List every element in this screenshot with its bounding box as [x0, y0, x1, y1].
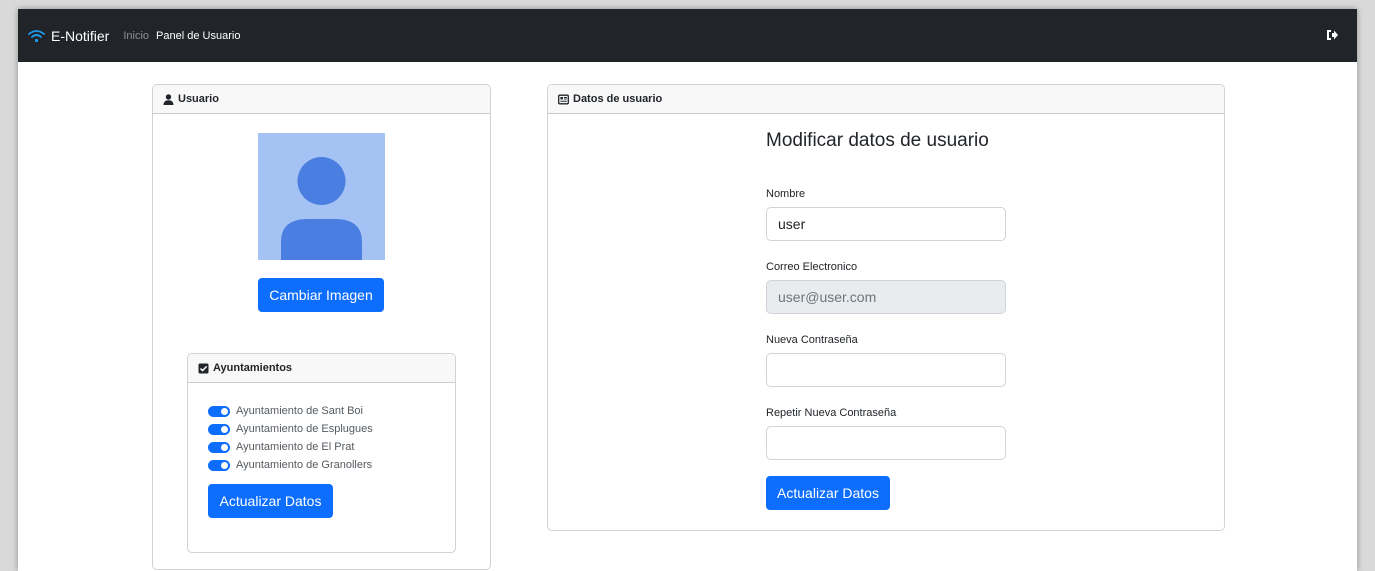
user-card: Usuario Cambiar Imagen Ayuntamientos Ayu…: [152, 84, 491, 570]
nombre-label: Nombre: [766, 188, 806, 200]
toggle-switch[interactable]: [208, 459, 230, 471]
ayuntamientos-card-header: Ayuntamientos: [188, 354, 455, 383]
ayuntamientos-list: Ayuntamiento de Sant Boi Ayuntamiento de…: [208, 402, 373, 474]
user-placeholder-icon: [281, 157, 362, 260]
toggle-switch[interactable]: [208, 423, 230, 435]
checkbox-checked-icon: [198, 363, 209, 373]
new-password-input[interactable]: [766, 353, 1006, 387]
ayuntamientos-card: Ayuntamientos Ayuntamiento de Sant Boi A…: [187, 353, 456, 553]
list-item: Ayuntamiento de El Prat: [208, 438, 373, 456]
brand[interactable]: E-Notifier: [28, 28, 109, 44]
email-input: [766, 280, 1006, 314]
update-ayuntamientos-button[interactable]: Actualizar Datos: [208, 484, 333, 518]
ayuntamiento-label: Ayuntamiento de El Prat: [236, 441, 355, 453]
avatar: [258, 133, 385, 260]
repeat-password-label: Repetir Nueva Contraseña: [766, 407, 897, 419]
new-password-label: Nueva Contraseña: [766, 334, 858, 346]
browser-window: E-Notifier Inicio Panel de Usuario Usuar…: [18, 9, 1357, 571]
navbar: E-Notifier Inicio Panel de Usuario: [18, 9, 1357, 62]
list-item: Ayuntamiento de Granollers: [208, 456, 373, 474]
ayuntamiento-label: Ayuntamiento de Granollers: [236, 459, 373, 471]
ayuntamientos-title: Ayuntamientos: [213, 362, 293, 374]
nombre-input[interactable]: [766, 207, 1006, 241]
user-data-card: Datos de usuario Modificar datos de usua…: [547, 84, 1225, 531]
toggle-switch[interactable]: [208, 441, 230, 453]
repeat-password-input[interactable]: [766, 426, 1006, 460]
ayuntamiento-label: Ayuntamiento de Sant Boi: [236, 405, 363, 417]
user-data-card-title: Datos de usuario: [573, 93, 663, 105]
user-card-title: Usuario: [178, 93, 219, 105]
update-user-data-button[interactable]: Actualizar Datos: [766, 476, 890, 510]
user-icon: [163, 93, 174, 105]
toggle-switch[interactable]: [208, 405, 230, 417]
nav-link-inicio[interactable]: Inicio: [123, 30, 149, 42]
wifi-icon: [28, 29, 45, 42]
nav-link-panel-usuario[interactable]: Panel de Usuario: [156, 30, 240, 42]
newspaper-icon: [558, 94, 569, 104]
list-item: Ayuntamiento de Sant Boi: [208, 402, 373, 420]
user-card-header: Usuario: [153, 85, 490, 114]
change-image-button[interactable]: Cambiar Imagen: [258, 278, 384, 312]
sign-out-icon[interactable]: [1325, 28, 1339, 42]
email-label: Correo Electronico: [766, 261, 858, 273]
ayuntamiento-label: Ayuntamiento de Esplugues: [236, 423, 373, 435]
brand-name: E-Notifier: [51, 27, 110, 44]
list-item: Ayuntamiento de Esplugues: [208, 420, 373, 438]
form-title: Modificar datos de usuario: [766, 130, 989, 151]
user-data-card-header: Datos de usuario: [548, 85, 1224, 114]
